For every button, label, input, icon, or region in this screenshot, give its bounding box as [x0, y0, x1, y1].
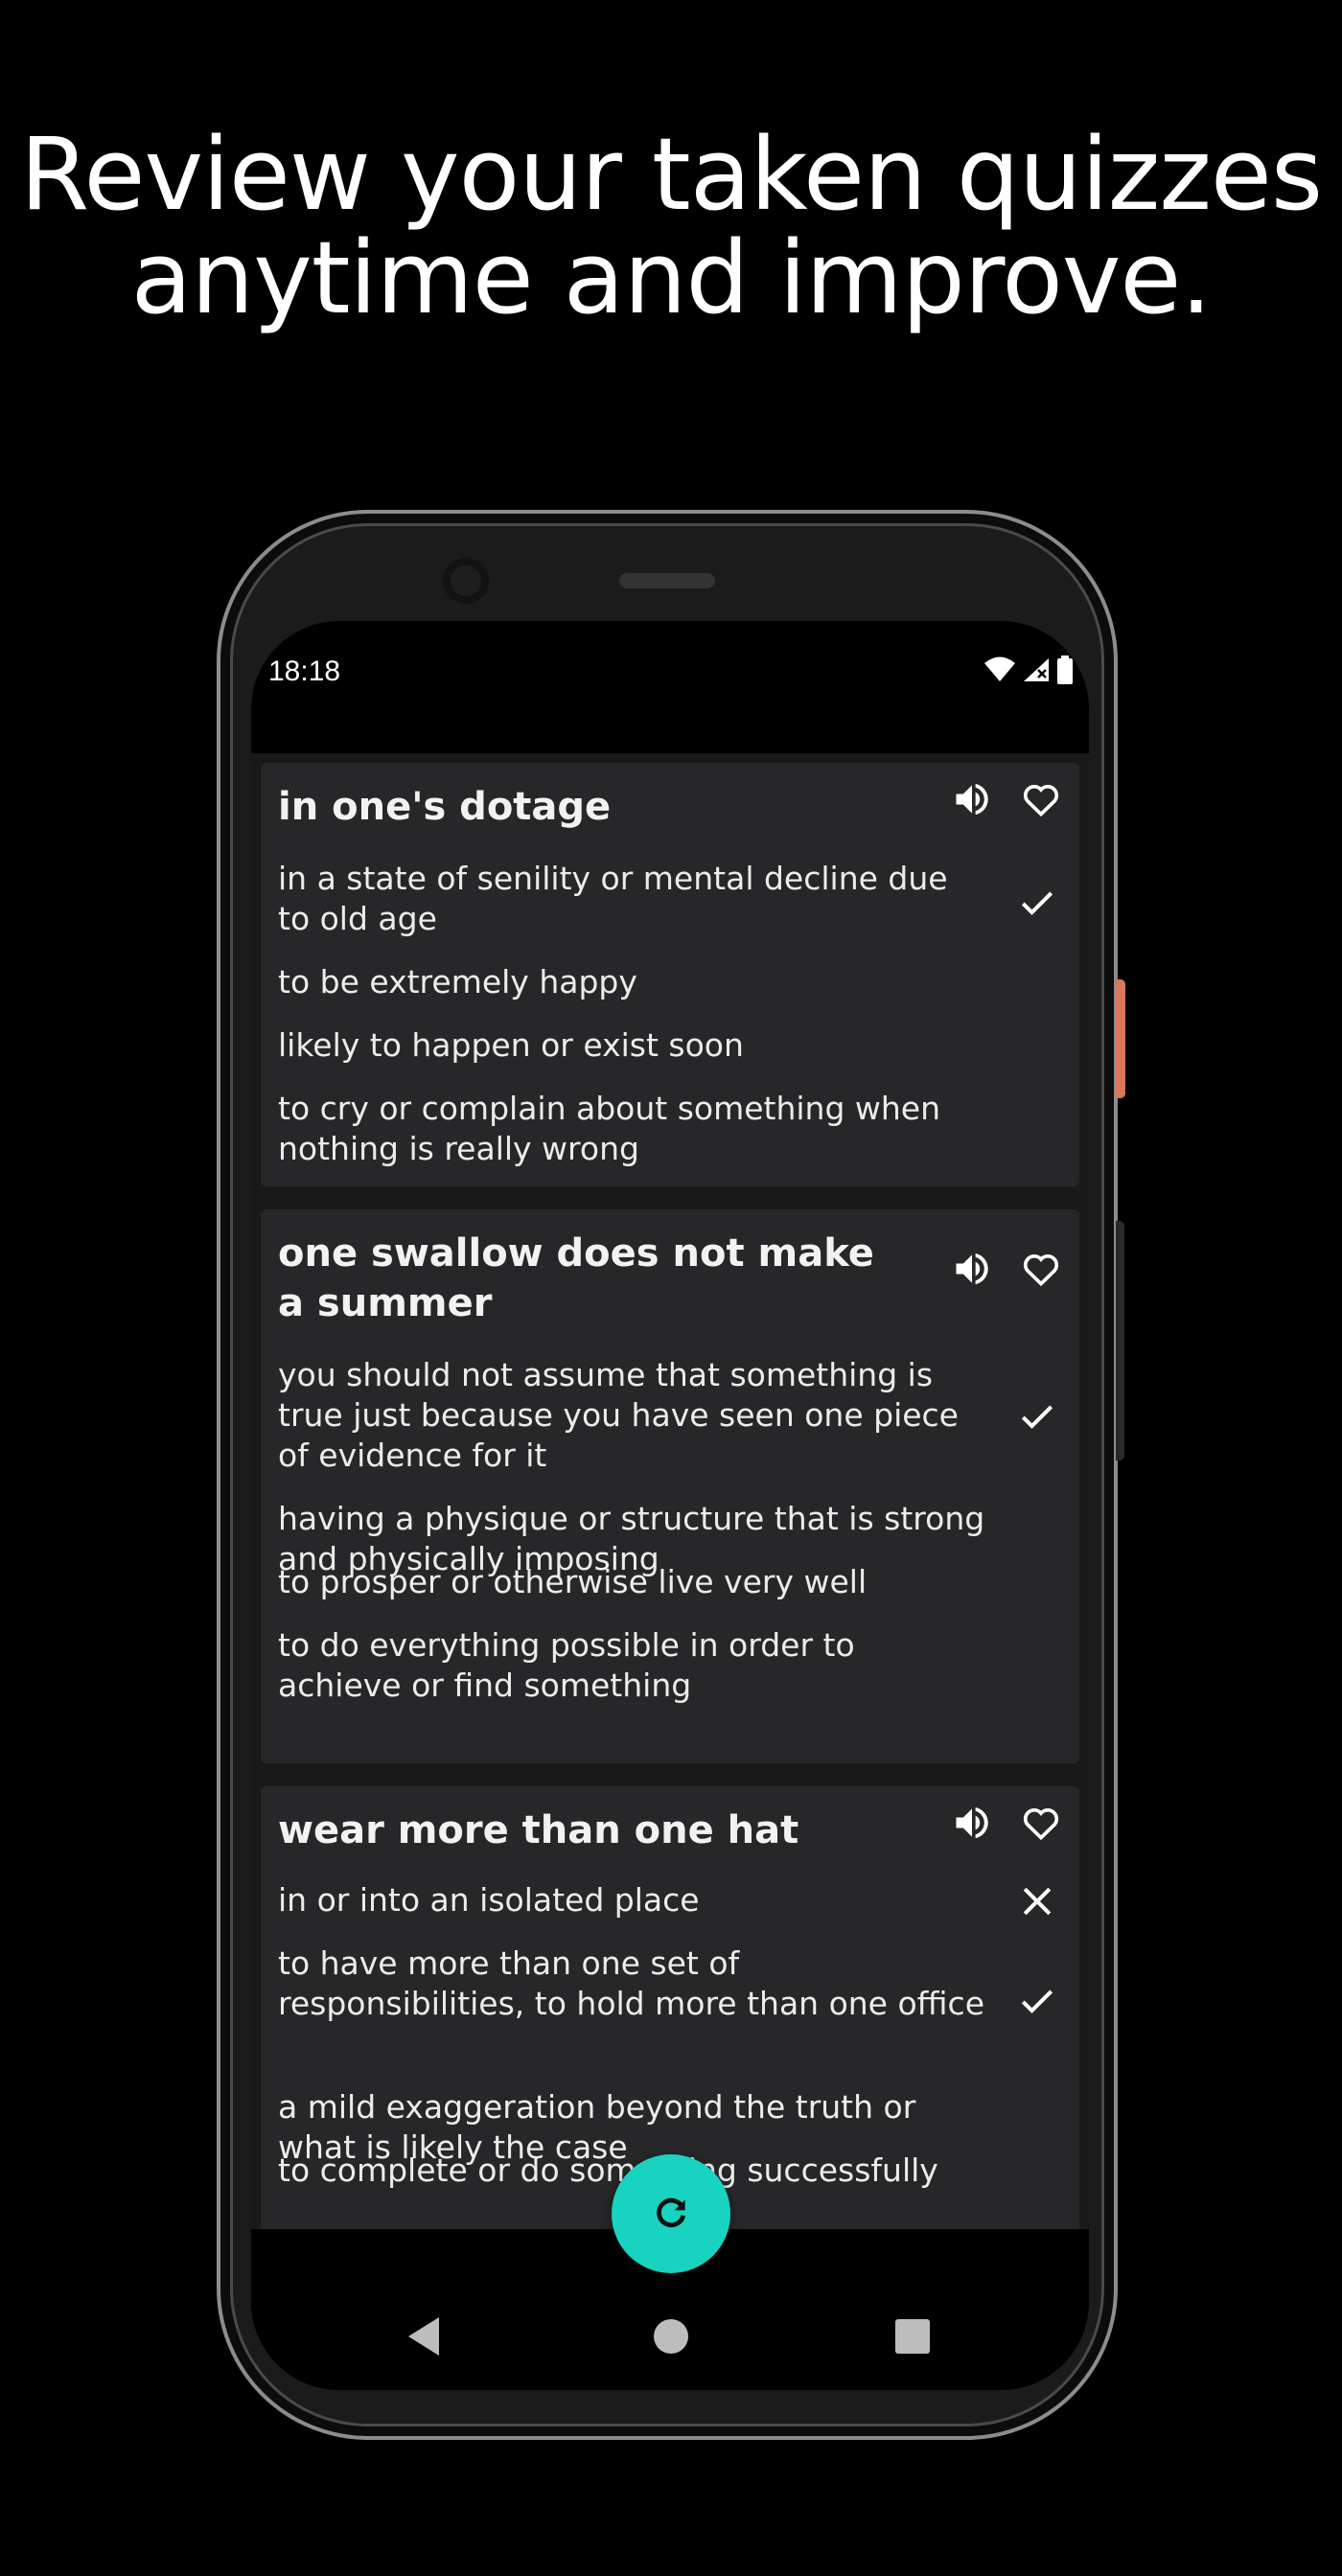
- quiz-review-list[interactable]: in one's dotage in a state of senility o…: [251, 753, 1089, 2229]
- quiz-card: in one's dotage in a state of senility o…: [261, 763, 1079, 1186]
- home-icon[interactable]: [652, 2315, 690, 2358]
- headline: Review your taken quizzes anytime and im…: [0, 123, 1342, 330]
- refresh-fab[interactable]: [612, 2154, 730, 2273]
- option-text: to be extremely happy: [278, 963, 637, 1000]
- option-text: to do everything possible in order to ac…: [278, 1626, 855, 1704]
- option-text: to cry or complain about something when …: [278, 1090, 941, 1167]
- front-camera: [443, 558, 489, 604]
- signal-icon: [1024, 658, 1049, 681]
- option-text: in a state of senility or mental decline…: [278, 860, 948, 937]
- volume-icon[interactable]: [951, 1248, 993, 1290]
- headline-line-1: Review your taken quizzes: [19, 116, 1323, 233]
- option-text: to have more than one set of responsibil…: [278, 1944, 985, 2022]
- heart-outline-icon[interactable]: [1020, 778, 1062, 820]
- heart-outline-icon[interactable]: [1020, 1248, 1062, 1290]
- option-text: in or into an isolated place: [278, 1881, 700, 1919]
- system-nav-bar: [251, 2290, 1089, 2390]
- close-icon: [1023, 1887, 1052, 1916]
- volume-icon[interactable]: [951, 1802, 993, 1844]
- quiz-card: one swallow does not make a summer you s…: [261, 1209, 1079, 1763]
- option-text: you should not assume that something is …: [278, 1356, 959, 1474]
- battery-icon: [1057, 656, 1073, 684]
- phone-screen: 18:18 in one's dotage in a state of seni…: [251, 621, 1089, 2390]
- refresh-icon: [657, 2197, 686, 2228]
- status-time: 18:18: [268, 656, 341, 687]
- heart-outline-icon[interactable]: [1020, 1802, 1062, 1844]
- status-bar: 18:18: [251, 621, 1089, 751]
- check-icon: [1021, 1405, 1053, 1429]
- option-text: to prosper or otherwise live very well: [278, 1563, 868, 1600]
- check-icon: [1021, 891, 1053, 915]
- card-title: wear more than one hat: [278, 1808, 799, 1852]
- card-title: in one's dotage: [278, 785, 612, 829]
- card-title: one swallow does not make a summer: [278, 1231, 874, 1325]
- volume-rocker: [1116, 1221, 1124, 1460]
- volume-icon[interactable]: [951, 778, 993, 820]
- recents-icon[interactable]: [893, 2315, 932, 2358]
- back-icon[interactable]: [405, 2315, 443, 2358]
- sensor: [508, 565, 541, 598]
- option-text: likely to happen or exist soon: [278, 1026, 744, 1064]
- check-icon: [1021, 1990, 1053, 2013]
- headline-line-2: anytime and improve.: [130, 219, 1213, 336]
- status-icons: [983, 656, 1074, 684]
- wifi-icon: [984, 656, 1015, 681]
- earpiece-speaker: [619, 573, 715, 588]
- power-button: [1116, 979, 1125, 1098]
